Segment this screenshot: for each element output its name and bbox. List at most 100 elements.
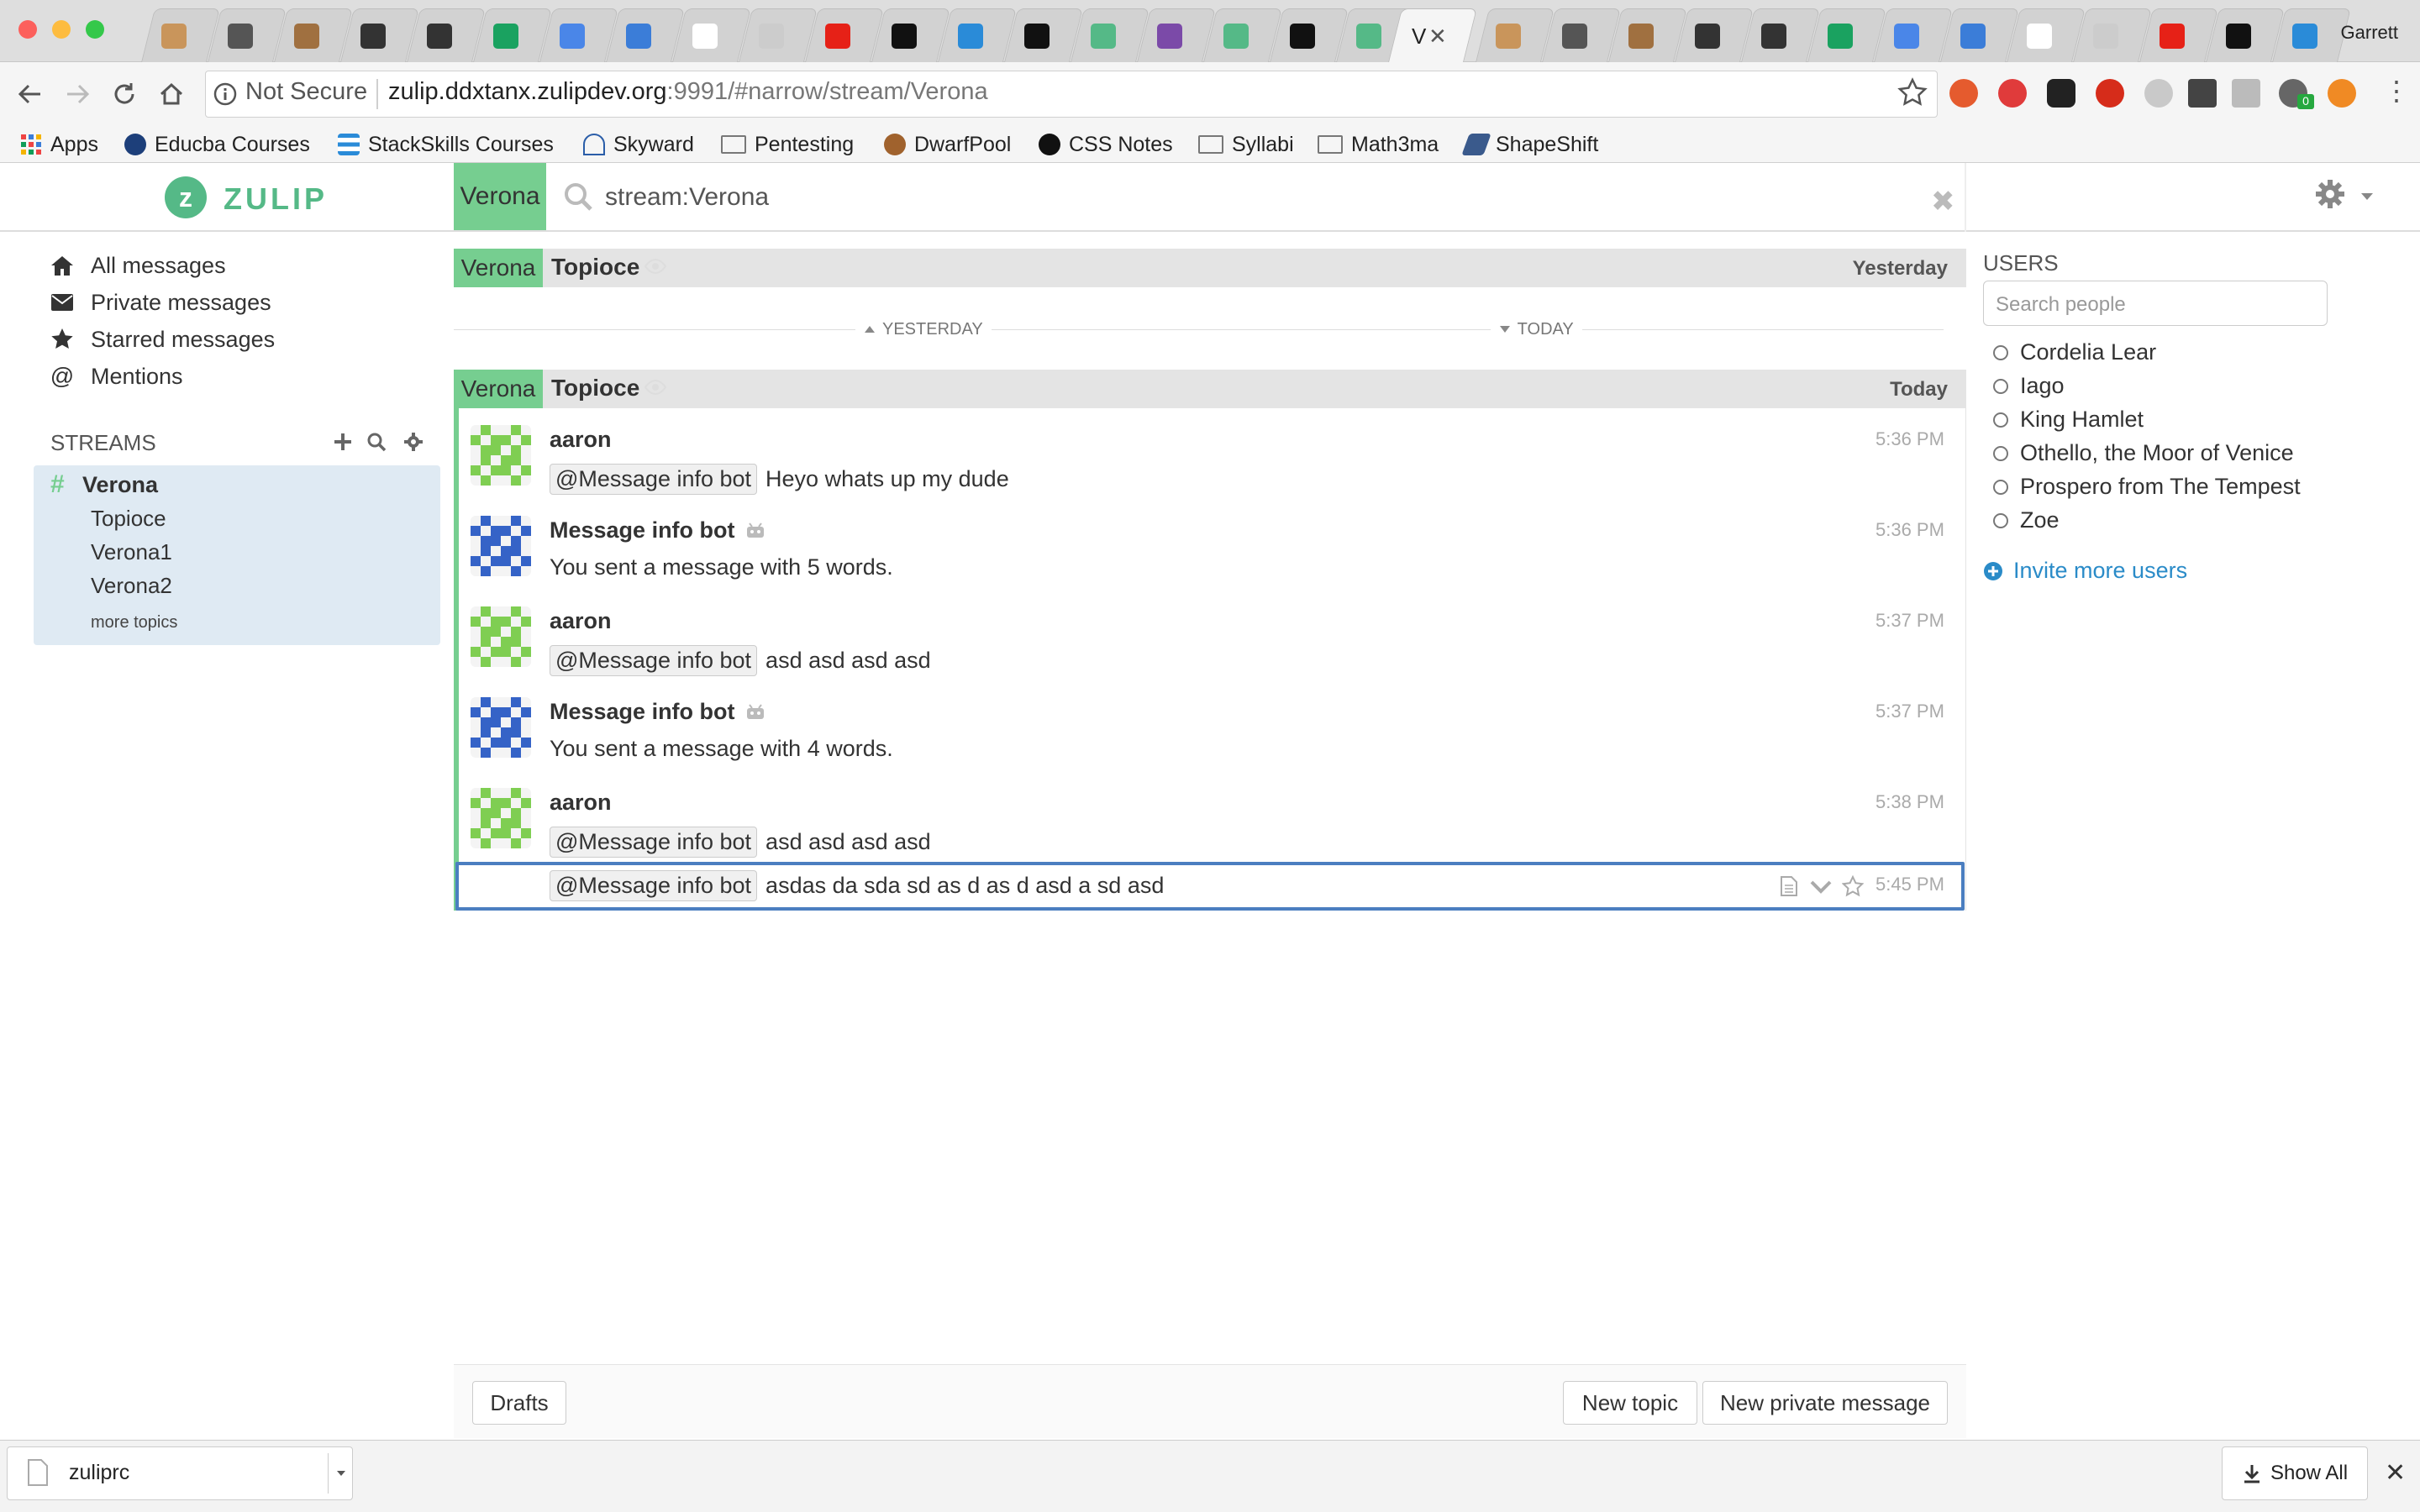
sidebar-topic[interactable]: Verona2 <box>91 573 172 599</box>
search-people-input[interactable]: Search people <box>1983 281 2328 326</box>
message-time[interactable]: 5:36 PM <box>1876 519 1944 541</box>
message-time[interactable]: 5:37 PM <box>1876 701 1944 722</box>
search-close-icon[interactable]: ✖ <box>1931 185 1955 218</box>
message-time[interactable]: 5:38 PM <box>1876 791 1944 813</box>
download-item[interactable] <box>7 1446 353 1500</box>
browser-menu-icon[interactable]: ⋮ <box>2383 77 2410 104</box>
drafts-button[interactable]: Drafts <box>472 1381 566 1425</box>
bookmark-educba[interactable]: Educba Courses <box>124 126 310 163</box>
more-topics-link[interactable]: more topics <box>91 613 177 633</box>
new-topic-button[interactable]: New topic <box>1563 1381 1697 1425</box>
user-mention[interactable]: @Message info bot <box>550 870 758 901</box>
home-button[interactable] <box>153 76 190 113</box>
search-icon[interactable] <box>563 181 593 212</box>
extension-icon[interactable] <box>2047 79 2075 108</box>
avatar[interactable] <box>471 788 531 848</box>
user-list-item[interactable]: King Hamlet <box>1993 407 2144 433</box>
message-sender[interactable]: aaron <box>550 790 612 816</box>
download-file-name[interactable]: zuliprc <box>69 1461 129 1485</box>
show-all-downloads-button[interactable]: Show All <box>2222 1446 2368 1500</box>
user-list-item[interactable]: Zoe <box>1993 507 2060 533</box>
message-time[interactable]: 5:45 PM <box>1876 874 1944 895</box>
settings-gear-icon[interactable] <box>2314 178 2346 210</box>
eye-icon[interactable] <box>644 257 667 276</box>
profile-name[interactable]: Garrett <box>2341 22 2398 44</box>
tab-favicon-icon <box>1960 24 1986 49</box>
extension-icon[interactable] <box>2096 79 2124 108</box>
user-mention[interactable]: @Message info bot <box>550 827 758 858</box>
tab-close-icon[interactable]: ✕ <box>1428 24 1447 50</box>
zulip-logo-icon[interactable]: z <box>165 176 207 218</box>
recipient-stream[interactable]: Verona <box>454 370 543 408</box>
chevron-down-icon[interactable] <box>1810 880 1832 894</box>
stream-settings-gear-icon[interactable] <box>403 432 424 452</box>
sidebar-topic[interactable]: Verona1 <box>91 539 172 565</box>
avatar[interactable] <box>471 516 531 576</box>
user-list-item[interactable]: Cordelia Lear <box>1993 339 2156 365</box>
message-sender[interactable]: Message info bot <box>550 517 765 543</box>
close-download-bar-icon[interactable]: ✕ <box>2385 1458 2406 1488</box>
extension-icon[interactable] <box>2188 79 2217 108</box>
bookmark-star-icon[interactable] <box>1897 77 1928 108</box>
at-icon: @ <box>50 363 75 389</box>
window-minimize-button[interactable] <box>52 20 71 39</box>
user-list-item[interactable]: Othello, the Moor of Venice <box>1993 440 2294 466</box>
url-text[interactable]: zulip.ddxtanx.zulipdev.org:9991/#narrow/… <box>388 78 988 106</box>
security-label[interactable]: Not Secure <box>245 78 367 106</box>
search-input[interactable]: stream:Verona <box>605 183 769 212</box>
bookmark-dwarfpool[interactable]: DwarfPool <box>884 126 1011 163</box>
star-outline-icon[interactable] <box>1842 875 1864 897</box>
recipient-stream[interactable]: Verona <box>454 249 543 287</box>
bookmark-stackskills[interactable]: StackSkills Courses <box>338 126 554 163</box>
edit-message-icon[interactable] <box>1780 875 1798 897</box>
nav-starred-messages[interactable]: Starred messages <box>50 321 275 358</box>
info-icon[interactable] <box>213 82 237 106</box>
message-sender[interactable]: Message info bot <box>550 699 765 725</box>
recipient-topic[interactable]: Topioce <box>551 375 639 402</box>
user-mention[interactable]: @Message info bot <box>550 464 758 495</box>
search-streams-icon[interactable] <box>366 432 387 452</box>
extension-icon[interactable] <box>2144 79 2173 108</box>
window-zoom-button[interactable] <box>86 20 104 39</box>
nav-mentions[interactable]: @ Mentions <box>50 358 183 395</box>
extension-icon[interactable] <box>1998 79 2027 108</box>
streams-header[interactable]: STREAMS <box>50 430 156 456</box>
download-options-button[interactable] <box>328 1453 351 1494</box>
bookmark-syllabi[interactable]: Syllabi <box>1198 126 1294 163</box>
user-mention[interactable]: @Message info bot <box>550 645 758 676</box>
bookmark-skyward[interactable]: Skyward <box>583 126 694 163</box>
nav-private-messages[interactable]: Private messages <box>50 284 271 321</box>
sidebar-stream-verona[interactable]: Verona <box>82 472 158 498</box>
invite-more-users-link[interactable]: Invite more users <box>1983 558 2187 584</box>
bookmark-css-notes[interactable]: CSS Notes <box>1039 126 1173 163</box>
message-sender[interactable]: aaron <box>550 608 612 634</box>
extension-icon[interactable] <box>2232 79 2260 108</box>
eye-icon[interactable] <box>644 378 667 396</box>
user-list-item[interactable]: Prospero from The Tempest <box>1993 474 2301 500</box>
extension-icon[interactable] <box>1949 79 1978 108</box>
new-private-message-button[interactable]: New private message <box>1702 1381 1948 1425</box>
add-stream-icon[interactable] <box>333 432 353 452</box>
chevron-down-icon[interactable] <box>2360 192 2375 202</box>
window-close-button[interactable] <box>18 20 37 39</box>
bookmark-pentesting[interactable]: Pentesting <box>721 126 854 163</box>
avatar[interactable] <box>471 425 531 486</box>
narrow-stream-chip[interactable]: Verona <box>454 163 546 230</box>
metamask-icon[interactable] <box>2328 79 2356 108</box>
message-sender[interactable]: aaron <box>550 427 612 453</box>
brand-name[interactable]: ZULIP <box>224 181 328 217</box>
bookmark-shapeshift[interactable]: ShapeShift <box>1461 126 1598 163</box>
bookmark-math3ma[interactable]: Math3ma <box>1318 126 1439 163</box>
message-time[interactable]: 5:36 PM <box>1876 428 1944 450</box>
reload-button[interactable] <box>106 76 143 113</box>
back-button[interactable] <box>12 76 49 113</box>
avatar[interactable] <box>471 697 531 758</box>
forward-button[interactable] <box>59 76 96 113</box>
user-list-item[interactable]: Iago <box>1993 373 2065 399</box>
recipient-topic[interactable]: Topioce <box>551 254 639 281</box>
nav-all-messages[interactable]: All messages <box>50 247 226 284</box>
bookmark-apps[interactable]: Apps <box>20 126 98 163</box>
sidebar-topic[interactable]: Topioce <box>91 506 166 532</box>
avatar[interactable] <box>471 606 531 667</box>
message-time[interactable]: 5:37 PM <box>1876 610 1944 632</box>
